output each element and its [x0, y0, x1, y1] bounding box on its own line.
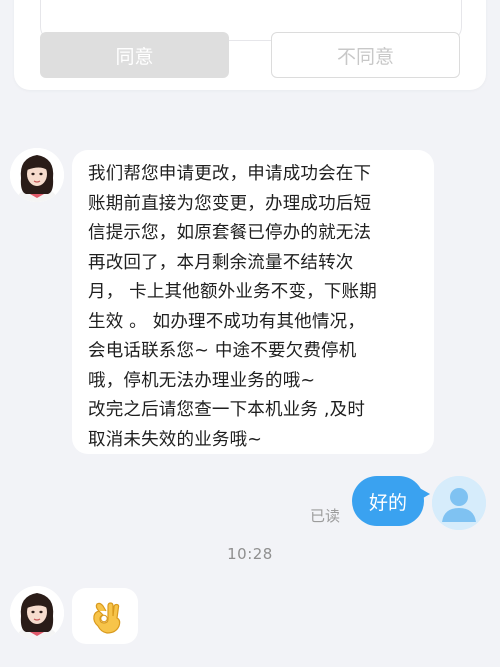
message-line: 生效 。 如办理不成功有其他情况，	[88, 311, 366, 332]
agent-avatar[interactable]	[10, 586, 64, 640]
message-timestamp: 10:28	[227, 545, 273, 563]
message-line: 信提示您，如原套餐已停办的就无法	[88, 223, 372, 243]
message-line: 我们帮您申请更改，申请成功会在下	[88, 164, 372, 184]
user-message-bubble: 好的	[352, 476, 424, 526]
message-line: 改完之后请您查一下本机业务 ,及时	[88, 400, 366, 420]
user-avatar[interactable]	[432, 476, 486, 530]
ok-hand-icon	[93, 602, 121, 634]
read-status: 已读	[310, 507, 341, 525]
message-line: 再改回了，本月剩余流量不结转次	[88, 252, 354, 273]
agree-button[interactable]: 同意	[40, 32, 229, 78]
agent-message-bubble: 我们帮您申请更改，申请成功会在下 账期前直接为您变更，办理成功后短 信提示您，如…	[72, 150, 434, 454]
default-user-icon	[432, 476, 486, 530]
agent-emoji-bubble	[72, 588, 138, 644]
message-line: 哦，停机无法办理业务的哦~	[88, 370, 316, 391]
message-line: 会电话联系您~ 中途不要欠费停机	[88, 341, 357, 361]
message-line: 账期前直接为您变更，办理成功后短	[88, 193, 372, 214]
disagree-button[interactable]: 不同意	[271, 32, 460, 78]
agent-avatar[interactable]	[10, 148, 64, 202]
message-line: 月， 卡上其他额外业务不变，下账期	[88, 282, 377, 302]
message-line: 取消未失效的业务哦~	[88, 429, 263, 450]
agent-portrait-icon	[10, 586, 64, 640]
agent-portrait-icon	[10, 148, 64, 202]
